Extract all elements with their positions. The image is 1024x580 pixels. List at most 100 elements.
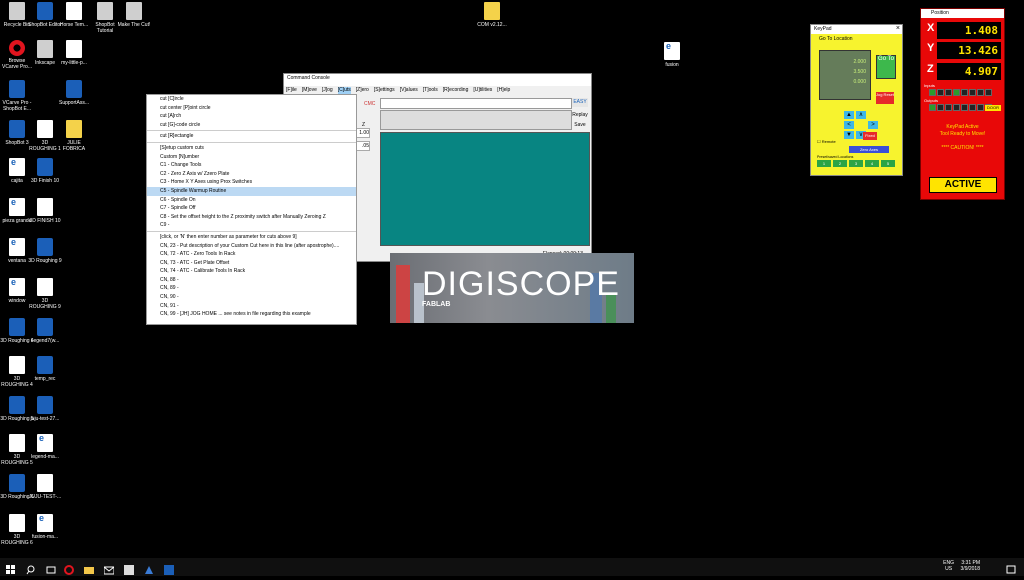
notifications-icon[interactable] <box>1006 562 1016 574</box>
command-input[interactable] <box>380 98 572 109</box>
lcd-y[interactable]: 3.500 <box>820 69 870 79</box>
cuts-menu-item[interactable]: C2 - Zero Z Axis w/ Zzero Plate <box>147 170 356 179</box>
jog-reset-button[interactable]: Jog Reset <box>876 92 894 104</box>
preset-button[interactable]: 4 <box>865 160 879 167</box>
cuts-menu-item[interactable]: [click, or 'N' then enter number as para… <box>147 233 356 242</box>
menu-item[interactable]: [S]ettings <box>374 87 395 96</box>
folder-icon <box>484 2 500 20</box>
preset-button[interactable]: 5 <box>881 160 895 167</box>
cuts-menu-item[interactable]: CN, 89 - <box>147 284 356 293</box>
preset-button[interactable]: 3 <box>849 160 863 167</box>
desktop-icon[interactable]: JUJU-TEST-... <box>28 474 62 500</box>
save-button[interactable]: Save <box>571 121 589 130</box>
remote-checkbox[interactable]: ☐ Remote <box>817 139 836 144</box>
menu-item[interactable]: [Z]ero <box>356 87 369 96</box>
preset-button[interactable]: 1 <box>817 160 831 167</box>
desktop-icon[interactable]: juju-test-27... <box>28 396 62 422</box>
arrow-right-icon[interactable]: > <box>868 121 878 129</box>
cuts-menu-item[interactable]: cut [A]rch <box>147 112 356 121</box>
cuts-menu-item[interactable]: CN, 88 - <box>147 276 356 285</box>
menu-separator <box>147 141 356 143</box>
desktop-icon[interactable]: 3D ROUGHING 9 <box>28 278 62 310</box>
cuts-menu-item[interactable]: cut [C]ircle <box>147 95 356 104</box>
desktop-icon[interactable]: Make The Cut! <box>117 2 151 28</box>
shopbot-taskbar-icon[interactable] <box>144 562 154 574</box>
z-axis-readout[interactable]: Z 4.907 <box>927 63 1001 80</box>
arrow-up-icon[interactable]: ∧ <box>856 111 866 119</box>
app-icon[interactable] <box>124 562 134 575</box>
menu-item[interactable]: [V]alues <box>400 87 418 96</box>
menu-item[interactable]: [T]ools <box>423 87 438 96</box>
cuts-menu-item[interactable]: CN, 90 - <box>147 293 356 302</box>
cuts-menu-item[interactable]: CN, 72 - ATC - Zero Tools In Rack <box>147 250 356 259</box>
desktop-icon-label: temp_rec <box>34 376 56 382</box>
menu-item[interactable]: [H]elp <box>497 87 510 96</box>
desktop-icon[interactable]: temp_rec <box>28 356 62 382</box>
desktop-icon[interactable]: Legend7(w... <box>28 318 62 344</box>
windows-start-icon[interactable] <box>6 562 16 574</box>
arrow-down-left-icon[interactable]: ▼ <box>844 131 854 139</box>
task-view-icon[interactable] <box>46 562 56 574</box>
desktop-icon[interactable]: COM v2.12... <box>475 2 509 28</box>
fixed-button[interactable]: Fixed <box>863 132 877 140</box>
desktop-icon[interactable]: VCarve Pro - ShopBot E... <box>0 80 34 112</box>
desktop-icon-label: fusion-ma... <box>31 534 59 540</box>
desktop-icon[interactable]: fusion-ma... <box>28 514 62 540</box>
cuts-menu-item[interactable]: C9 - <box>147 221 356 230</box>
shopbot-editor-taskbar-icon[interactable] <box>164 562 174 575</box>
cuts-menu-item[interactable]: cut center [P]oint circle <box>147 104 356 113</box>
mail-icon[interactable] <box>103 562 115 575</box>
lcd-z[interactable]: 0.000 <box>820 79 870 89</box>
cuts-menu-item[interactable]: CN, 23 - Put description of your Custom … <box>147 242 356 251</box>
cuts-menu-item[interactable]: CN, 99 - [JH] JOG HOME ... see notes in … <box>147 310 356 319</box>
cuts-menu-item[interactable]: C7 - Spindle Off <box>147 204 356 213</box>
cuts-menu-item[interactable]: CN, 74 - ATC - Calibrate Tools In Rack <box>147 267 356 276</box>
goto-button[interactable]: Go To <box>876 55 896 79</box>
cuts-menu-item[interactable]: [S]etup custom cuts <box>147 144 356 153</box>
cuts-menu-item[interactable]: cut [R]ectangle <box>147 132 356 141</box>
desktop-icon-label: 3D ROUGHING 9 <box>29 298 61 310</box>
desktop-icon[interactable]: my-little-p... <box>57 40 91 66</box>
search-icon[interactable] <box>26 562 36 575</box>
lcd-x[interactable]: 2.000 <box>820 59 870 69</box>
arrow-up-left-icon[interactable]: ▲ <box>844 111 854 119</box>
cuts-menu-item[interactable]: C3 - Home X Y Axes using Prox Switches <box>147 178 356 187</box>
language-indicator[interactable]: ENG US <box>943 560 954 572</box>
opera-icon[interactable] <box>64 562 74 575</box>
cuts-menu-item[interactable]: C1 - Change Tools <box>147 161 356 170</box>
y-axis-readout[interactable]: Y 13.426 <box>927 42 1001 59</box>
position-dro-window[interactable]: Position X 1.408 Y 13.426 Z 4.907 Inputs… <box>920 8 1005 200</box>
desktop-icon[interactable]: Horse Tem... <box>57 2 91 28</box>
cuts-menu-item[interactable]: CN, 91 - <box>147 302 356 311</box>
desktop-icon[interactable]: 3D FINISH 10 <box>28 198 62 224</box>
file-explorer-icon[interactable] <box>84 562 94 574</box>
desktop-icon[interactable]: 3D Roughing 9 <box>28 238 62 264</box>
cuts-menu-item[interactable]: Custom [N]umber <box>147 153 356 162</box>
close-icon[interactable]: × <box>896 25 900 32</box>
x-axis-readout[interactable]: X 1.408 <box>927 22 1001 39</box>
desktop-icon[interactable]: legend-ma... <box>28 434 62 460</box>
easy-button[interactable]: EASY <box>572 98 588 107</box>
arrow-left-icon[interactable]: < <box>844 121 854 129</box>
menu-item[interactable]: [U]tilities <box>473 87 492 96</box>
preset-button[interactable]: 2 <box>833 160 847 167</box>
desktop-icon[interactable]: fusion <box>655 42 689 68</box>
menu-item[interactable]: [R]ecording <box>443 87 469 96</box>
cuts-menu-item[interactable]: C8 - Set the offset height to the Z prox… <box>147 213 356 222</box>
cuts-menu-item[interactable]: cut [G]-code circle <box>147 121 356 130</box>
taskbar: ENG US 3:31 PM 3/9/2018 <box>0 558 1024 576</box>
zero-axes-button[interactable]: Zero Axes <box>849 146 889 153</box>
desktop-icon-label: fusion <box>665 62 679 68</box>
keypad-window[interactable]: KeyPad × Go To Location 2.000 3.500 0.00… <box>810 24 903 176</box>
desktop-icon[interactable]: 3D Finish 10 <box>28 158 62 184</box>
cuts-menu-item[interactable]: C6 - Spindle On <box>147 196 356 205</box>
shopbot-file-icon <box>37 356 53 374</box>
cuts-menu-item[interactable]: C5 - Spindle Warmup Routine <box>147 186 356 196</box>
cuts-menu-item[interactable]: CN, 73 - ATC - Get Plate Offset <box>147 259 356 268</box>
clock[interactable]: 3:31 PM 3/9/2018 <box>961 560 980 572</box>
replay-button[interactable]: Replay <box>571 111 589 120</box>
desktop-icon[interactable]: JULIE FOBRICA <box>57 120 91 152</box>
shopbot-file-icon <box>9 474 25 492</box>
support-assist-icon <box>66 80 82 98</box>
desktop-icon[interactable]: SupportAss... <box>57 80 91 106</box>
